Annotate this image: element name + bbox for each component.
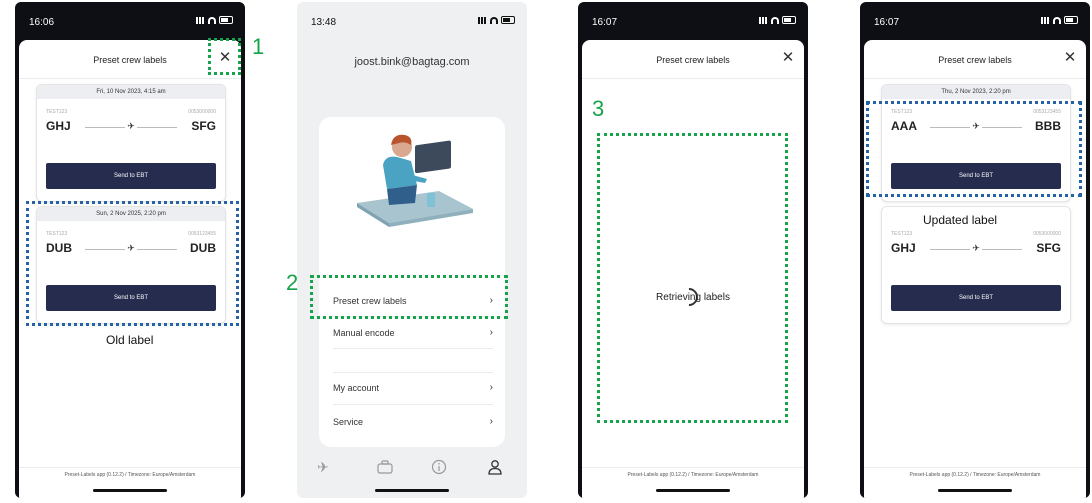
user-email: joost.bink@bagtag.com [354, 56, 470, 68]
destination-airport: SFG [191, 119, 216, 133]
home-indicator [938, 489, 1012, 492]
menu-divider [333, 404, 493, 405]
status-time: 13:48 [311, 17, 337, 28]
label-tag-number: 0053000000 [188, 109, 216, 115]
step3-highlight [597, 133, 788, 423]
label-date: Fri, 10 Nov 2023, 4:15 am [37, 85, 225, 99]
home-indicator [375, 489, 449, 492]
wifi-icon [771, 16, 779, 24]
step1-highlight [208, 38, 241, 75]
chevron-right-icon: › [489, 416, 493, 427]
plane-icon[interactable]: ✈ [313, 457, 333, 477]
chevron-right-icon: › [489, 327, 493, 338]
wifi-icon [490, 16, 498, 24]
signal-icon [1041, 16, 1050, 24]
close-icon[interactable]: ✕ [781, 50, 795, 65]
menu-item-label: Service [333, 417, 364, 427]
step3-number: 3 [592, 96, 605, 121]
label-flight-code: TEST123 [46, 109, 68, 115]
signal-icon [196, 16, 205, 24]
status-bar: 16:06 [15, 2, 245, 36]
chevron-right-icon: › [489, 382, 493, 393]
step1-number: 1 [252, 34, 265, 59]
plane-icon: ✈ [970, 242, 982, 254]
battery-icon [219, 16, 233, 24]
wifi-icon [208, 16, 216, 24]
status-time: 16:07 [592, 17, 618, 28]
status-icons [196, 16, 233, 24]
step2-number: 2 [286, 270, 299, 295]
origin-airport: GHJ [891, 241, 916, 255]
menu-item-label: My account [333, 383, 380, 393]
sheet-title: Preset crew labels [938, 55, 1012, 65]
footer-divider [582, 467, 804, 468]
send-to-ebt-button[interactable]: Send to EBT [891, 285, 1061, 311]
phone-screen-2: 13:48 joost.bink@bagtag.com Preset crew … [297, 2, 527, 498]
updated-label-caption: Updated label [923, 213, 998, 227]
menu-item-my-account[interactable]: My account › [333, 377, 493, 399]
status-bar: 16:07 [860, 2, 1090, 36]
status-icons [759, 16, 796, 24]
status-bar: 16:07 [578, 2, 808, 36]
person-at-laptop-illustration [357, 134, 473, 227]
close-icon[interactable]: ✕ [1063, 50, 1077, 65]
label-date: Thu, 2 Nov 2023, 2:20 pm [882, 85, 1070, 99]
status-bar: 13:48 [297, 2, 527, 36]
label-tag-number: 0053000000 [1033, 231, 1061, 237]
sheet-title: Preset crew labels [656, 55, 730, 65]
signal-icon [478, 16, 487, 24]
app-footer: Preset-Labels app (0.12.2) / Timezone: E… [64, 472, 196, 478]
step2-highlight [310, 275, 508, 319]
old-label-caption: Old label [106, 333, 154, 347]
updated-label-highlight [866, 101, 1082, 197]
status-time: 16:07 [874, 17, 900, 28]
briefcase-icon[interactable] [375, 457, 395, 477]
bottom-tab-bar: ✈ [297, 457, 527, 487]
user-icon[interactable] [485, 457, 505, 477]
label-flight-code: TEST123 [891, 231, 913, 237]
home-indicator [93, 489, 167, 492]
plane-icon: ✈ [125, 120, 137, 132]
app-footer: Preset-Labels app (0.12.2) / Timezone: E… [627, 472, 759, 478]
phone-screen-4: 16:07 Preset crew labels ✕ Thu, 2 Nov 20… [860, 2, 1090, 498]
label-card: Fri, 10 Nov 2023, 4:15 am TEST123 005300… [36, 84, 226, 202]
info-icon[interactable] [429, 457, 449, 477]
status-time: 16:06 [29, 17, 55, 28]
origin-airport: GHJ [46, 119, 71, 133]
send-to-ebt-button[interactable]: Send to EBT [46, 163, 216, 189]
sheet-header: Preset crew labels ✕ [582, 40, 804, 79]
battery-icon [1064, 16, 1078, 24]
menu-divider [333, 348, 493, 349]
battery-icon [782, 16, 796, 24]
status-icons [478, 16, 515, 24]
footer-divider [864, 467, 1086, 468]
destination-airport: SFG [1036, 241, 1061, 255]
old-label-highlight [26, 201, 239, 326]
menu-divider [333, 372, 493, 373]
app-footer: Preset-Labels app (0.12.2) / Timezone: E… [909, 472, 1041, 478]
menu-item-label: Manual encode [333, 328, 395, 338]
menu-item-service[interactable]: Service › [333, 411, 493, 433]
status-icons [1041, 16, 1078, 24]
home-indicator [656, 489, 730, 492]
battery-icon [501, 16, 515, 24]
signal-icon [759, 16, 768, 24]
wifi-icon [1053, 16, 1061, 24]
sheet-header: Preset crew labels ✕ [864, 40, 1086, 79]
menu-item-manual-encode[interactable]: Manual encode › [333, 322, 493, 344]
footer-divider [19, 467, 241, 468]
